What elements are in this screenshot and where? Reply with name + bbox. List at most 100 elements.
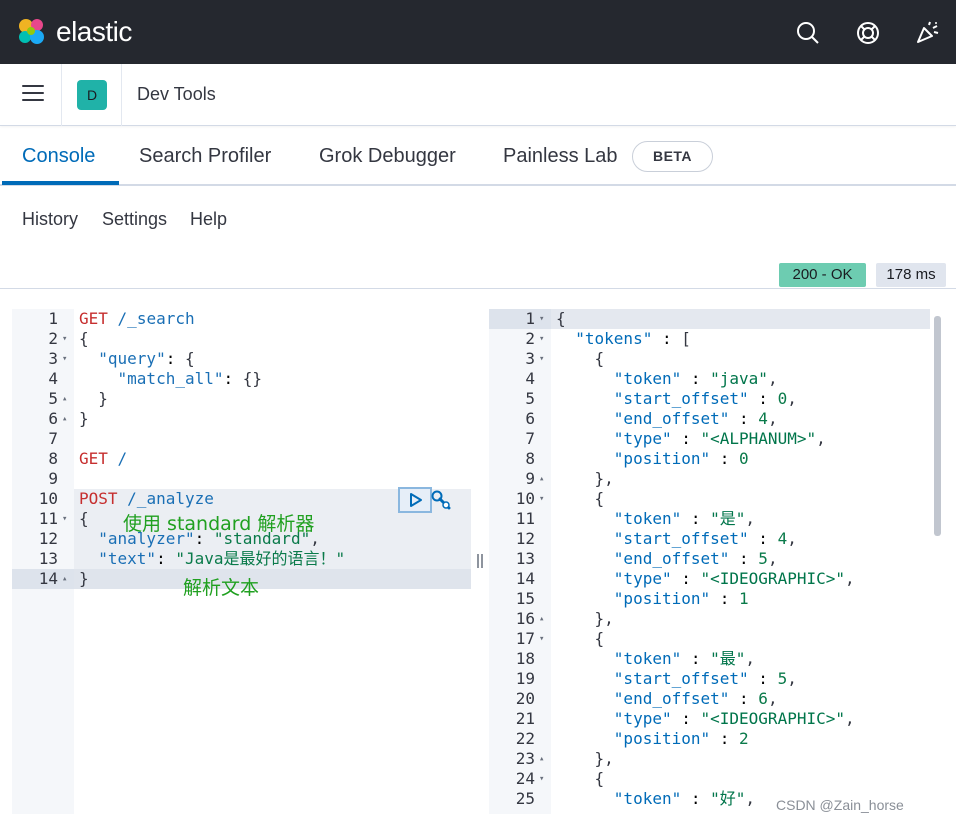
- code-line: "end_offset" : 6,: [613, 689, 778, 708]
- line-number: 7: [48, 429, 58, 448]
- line-number: 13: [38, 549, 58, 568]
- tab-search-profiler[interactable]: Search Profiler: [139, 145, 271, 168]
- line-number: 9: [48, 469, 58, 488]
- line-number: 3: [525, 349, 535, 368]
- send-request-button[interactable]: [398, 487, 432, 513]
- fold-toggle-icon[interactable]: ▾: [62, 509, 67, 529]
- fold-toggle-icon[interactable]: ▴: [62, 389, 67, 409]
- wrench-icon[interactable]: [430, 489, 452, 511]
- divider: [121, 64, 122, 126]
- dev-tools-tabs: Console Search Profiler Grok Debugger Pa…: [0, 127, 956, 186]
- breadcrumb-bar: D Dev Tools: [0, 64, 956, 126]
- code-line: "position" : 1: [613, 589, 749, 608]
- line-number: 5: [525, 389, 535, 408]
- search-icon[interactable]: [795, 20, 821, 46]
- code-line: "position" : 0: [613, 449, 749, 468]
- code-line: },: [556, 749, 614, 768]
- space-avatar[interactable]: D: [77, 80, 107, 110]
- code-line: "type" : "<IDEOGRAPHIC>",: [613, 569, 855, 588]
- code-line: "type" : "<ALPHANUM>",: [613, 429, 826, 448]
- news-icon[interactable]: [914, 20, 940, 46]
- text-annotation: 解析文本: [183, 577, 260, 599]
- breadcrumb-title: Dev Tools: [137, 84, 216, 104]
- response-time-badge: 178 ms: [876, 263, 946, 287]
- code-line: }: [79, 569, 89, 588]
- code-line: "end_offset" : 4,: [613, 409, 778, 428]
- fold-toggle-icon[interactable]: ▴: [539, 469, 544, 489]
- pane-resize-handle[interactable]: [476, 553, 484, 569]
- code-line: }: [79, 409, 89, 428]
- help-icon[interactable]: [855, 20, 881, 46]
- response-scrollbar[interactable]: [934, 316, 941, 536]
- line-number: 21: [515, 709, 535, 728]
- tab-console[interactable]: Console: [22, 145, 95, 168]
- code-line: },: [556, 609, 614, 628]
- request-editor[interactable]: 1 2 ▾ 3 ▾ 4 5 ▴ 6 ▴ 7 8 9 10 11 ▾ 12 13 14 ▴ GET /_search{ …: [12, 309, 471, 814]
- fold-toggle-icon[interactable]: ▾: [539, 349, 544, 369]
- code-line: "token" : "java",: [613, 369, 778, 388]
- line-number: 14: [38, 569, 58, 588]
- code-line: {: [556, 489, 605, 508]
- fold-toggle-icon[interactable]: ▾: [62, 349, 67, 369]
- menu-history[interactable]: History: [22, 209, 78, 230]
- fold-toggle-icon[interactable]: ▾: [539, 489, 544, 509]
- line-number: 10: [515, 489, 535, 508]
- line-number: 7: [525, 429, 535, 448]
- line-number: 18: [515, 649, 535, 668]
- request-gutter: 1 2 ▾ 3 ▾ 4 5 ▴ 6 ▴ 7 8 9 10 11 ▾ 12 13 14 ▴: [12, 309, 74, 814]
- fold-toggle-icon[interactable]: ▾: [539, 309, 544, 329]
- response-code[interactable]: { "tokens" : [ { "token" : "java", "star…: [551, 309, 930, 814]
- code-line: "start_offset" : 0,: [613, 389, 797, 408]
- code-line: "query": {: [98, 349, 195, 368]
- code-line: GET /: [79, 449, 128, 468]
- fold-toggle-icon[interactable]: ▴: [539, 749, 544, 769]
- line-number: 12: [515, 529, 535, 548]
- line-number: 1: [48, 309, 58, 328]
- line-number: 11: [38, 509, 58, 528]
- fold-toggle-icon[interactable]: ▾: [539, 329, 544, 349]
- code-line: "token" : "是",: [613, 509, 756, 528]
- fold-toggle-icon[interactable]: ▾: [539, 629, 544, 649]
- line-number: 5: [48, 389, 58, 408]
- response-gutter: 1 ▾ 2 ▾ 3 ▾ 4 5 6 7 8 9 ▴ 10 ▾ 11 12 13 14 15 16 ▴ 17 ▾ 18 19 20 21…: [489, 309, 551, 814]
- line-number: 6: [48, 409, 58, 428]
- menu-help[interactable]: Help: [190, 209, 227, 230]
- line-number: 22: [515, 729, 535, 748]
- code-line: POST /_analyze: [79, 489, 214, 508]
- request-code[interactable]: GET /_search{ "query": { "match_all": {}…: [74, 309, 471, 814]
- divider: [61, 64, 62, 126]
- code-line: {: [556, 769, 605, 788]
- menu-settings[interactable]: Settings: [102, 209, 167, 230]
- top-header: elastic: [0, 0, 956, 64]
- elastic-logo-icon[interactable]: [16, 16, 48, 48]
- code-line: "start_offset" : 4,: [613, 529, 797, 548]
- code-line: "token" : "好",: [613, 789, 756, 808]
- brand-name[interactable]: elastic: [56, 16, 132, 48]
- line-number: 19: [515, 669, 535, 688]
- line-number: 20: [515, 689, 535, 708]
- line-number: 24: [515, 769, 535, 788]
- status-badge: 200 - OK: [779, 263, 866, 287]
- line-number: 13: [515, 549, 535, 568]
- code-line: GET /_search: [79, 309, 195, 328]
- fold-toggle-icon[interactable]: ▾: [539, 769, 544, 789]
- active-tab-indicator: [2, 181, 119, 185]
- code-line: "position" : 2: [613, 729, 749, 748]
- fold-toggle-icon[interactable]: ▾: [62, 329, 67, 349]
- line-number: 10: [38, 489, 58, 508]
- line-number: 3: [48, 349, 58, 368]
- line-number: 8: [525, 449, 535, 468]
- line-number: 2: [48, 329, 58, 348]
- line-number: 2: [525, 329, 535, 348]
- code-line: {: [79, 329, 89, 348]
- fold-toggle-icon[interactable]: ▴: [539, 609, 544, 629]
- line-number: 16: [515, 609, 535, 628]
- tab-grok-debugger[interactable]: Grok Debugger: [319, 145, 456, 168]
- response-editor[interactable]: 1 ▾ 2 ▾ 3 ▾ 4 5 6 7 8 9 ▴ 10 ▾ 11 12 13 14 15 16 ▴ 17 ▾ 18 19 20 21…: [489, 309, 930, 814]
- code-line: },: [556, 469, 614, 488]
- fold-toggle-icon[interactable]: ▴: [62, 569, 67, 589]
- menu-toggle-icon[interactable]: [22, 85, 44, 103]
- line-number: 23: [515, 749, 535, 768]
- tab-painless-lab[interactable]: Painless Lab: [503, 145, 618, 168]
- fold-toggle-icon[interactable]: ▴: [62, 409, 67, 429]
